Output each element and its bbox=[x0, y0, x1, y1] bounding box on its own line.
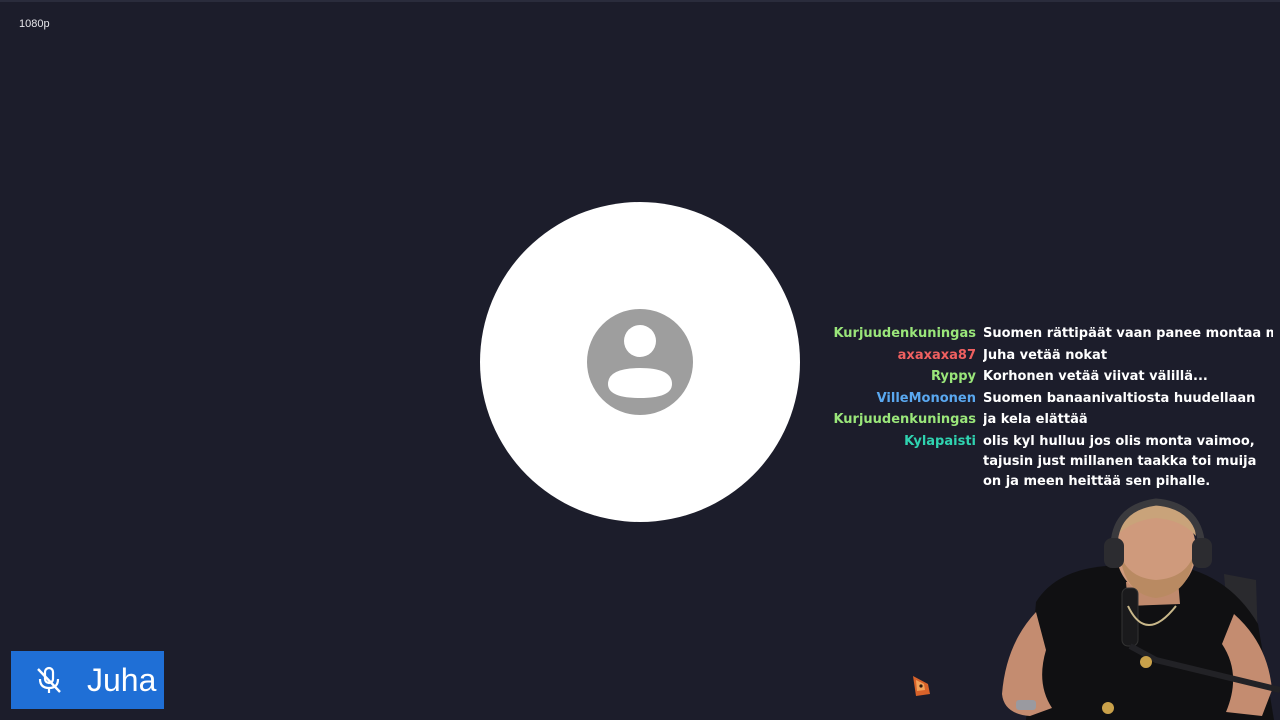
chat-text: ja kela elättää bbox=[983, 412, 1088, 427]
chat-text: Juha vetää nokat bbox=[983, 347, 1108, 363]
mic-muted-icon[interactable] bbox=[34, 665, 64, 695]
chat-username: axaxaxa87 bbox=[897, 347, 976, 363]
top-border bbox=[0, 0, 1280, 2]
chat-message: Ryppy Korhonen vetää viivat välillä... bbox=[800, 367, 1276, 387]
chat-overlay: Kurjuudenkuningas Suomen rättipäät vaan p… bbox=[800, 324, 1276, 493]
quality-label: 1080p bbox=[19, 18, 50, 30]
chat-username: VilleMononen bbox=[876, 390, 976, 406]
stream-canvas: 1080p Kurjuudenkuningas Suomen rättipäät … bbox=[0, 0, 1280, 720]
chat-username: Ryppy bbox=[931, 369, 976, 384]
chat-text: Suomen banaanivaltiosta huudellaan bbox=[983, 390, 1256, 406]
chat-message: Kylapaisti olis kyl hulluu jos olis monta… bbox=[800, 432, 1276, 492]
emote-icon bbox=[913, 676, 930, 696]
chat-message: Kurjuudenkuningas Suomen rättipäät vaan p… bbox=[800, 324, 1276, 344]
chat-message: Kurjuudenkuningas ja kela elättää bbox=[800, 410, 1276, 430]
chat-text: Suomen rättipäät vaan panee montaa my bbox=[983, 326, 1273, 341]
participant-name: Juha bbox=[87, 661, 157, 698]
chat-username: Kurjuudenkuningas bbox=[833, 326, 976, 341]
chat-username: Kylapaisti bbox=[904, 433, 976, 449]
user-placeholder-icon bbox=[587, 309, 693, 415]
chat-text: olis kyl hulluu jos olis monta vaimoo, t… bbox=[983, 433, 1257, 489]
avatar bbox=[480, 202, 800, 522]
webcam-feed bbox=[996, 494, 1280, 720]
chat-message: axaxaxa87 Juha vetää nokat bbox=[800, 346, 1276, 366]
chat-message: VilleMononen Suomen banaanivaltiosta huud… bbox=[800, 389, 1276, 409]
participant-nameplate: Juha bbox=[11, 651, 164, 709]
chat-text: Korhonen vetää viivat välillä... bbox=[983, 369, 1208, 384]
chat-username: Kurjuudenkuningas bbox=[833, 412, 976, 427]
